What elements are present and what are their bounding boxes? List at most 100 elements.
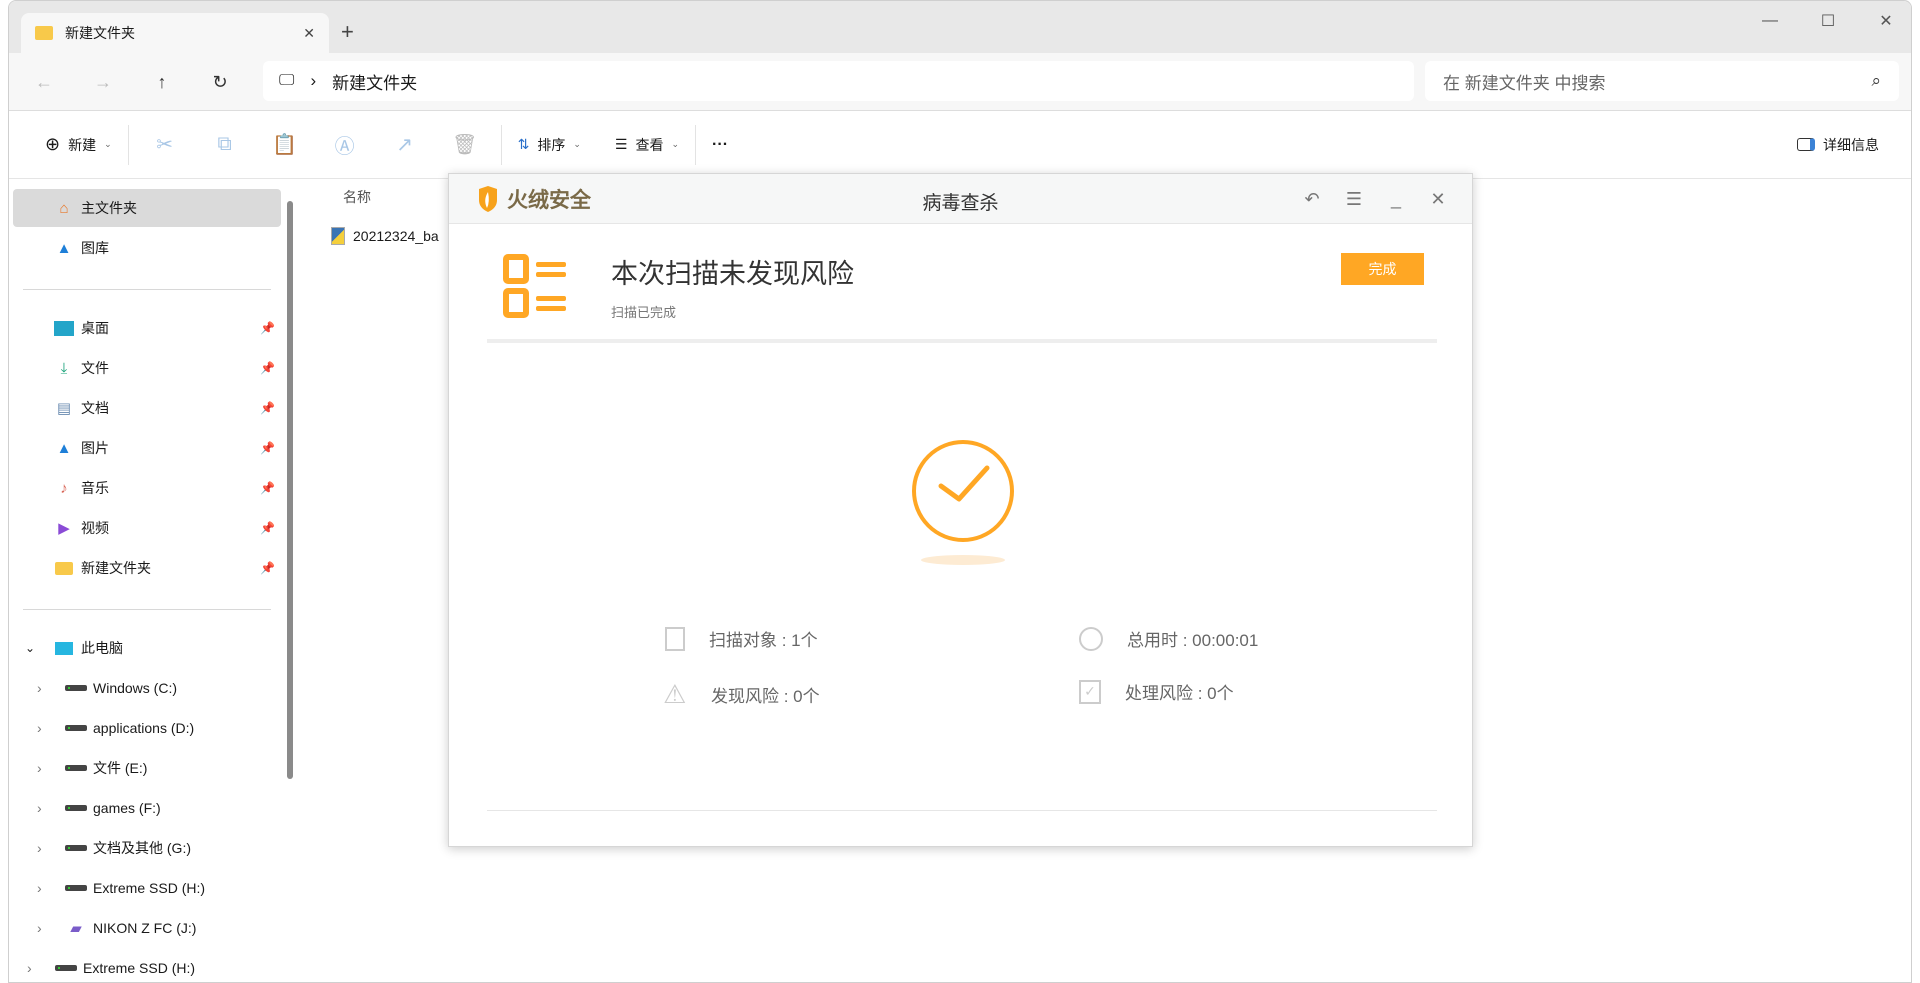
undo-icon[interactable]: ↶ — [1299, 186, 1325, 212]
label: 文档及其他 (G:) — [93, 840, 191, 856]
tab-title: 新建文件夹 — [65, 25, 135, 41]
search-input[interactable]: 在 新建文件夹 中搜索 ⌕ — [1425, 61, 1899, 101]
details-pane-button[interactable]: 详细信息 — [1787, 125, 1889, 165]
download-icon: ⤓ — [60, 359, 68, 377]
chevron-right-icon[interactable]: › — [37, 880, 65, 896]
address-bar[interactable]: 🖵 › 新建文件夹 — [263, 61, 1414, 101]
column-header-name[interactable]: 名称 — [343, 187, 371, 207]
label: 图片 — [81, 440, 109, 456]
sidebar-scrollbar[interactable] — [287, 201, 293, 779]
chevron-down-icon: ⌄ — [671, 139, 680, 149]
list-view-icon: ☰ — [614, 136, 628, 152]
divider — [487, 810, 1437, 811]
details-pane-icon — [1797, 138, 1815, 151]
chevron-right-icon[interactable]: › — [37, 760, 65, 776]
new-tab-button[interactable]: + — [341, 19, 354, 45]
menu-icon[interactable]: ☰ — [1341, 186, 1367, 212]
label: 新建文件夹 — [81, 560, 151, 576]
sidebar-item-home[interactable]: ⌂ 主文件夹 — [13, 189, 281, 227]
chevron-right-icon[interactable]: › — [37, 720, 65, 736]
close-tab-icon[interactable]: ✕ — [303, 25, 315, 42]
back-arrow-icon[interactable]: ← — [29, 67, 59, 97]
minimize-icon[interactable]: _ — [1383, 186, 1409, 212]
rename-icon[interactable]: Ⓐ — [315, 125, 375, 165]
document-icon — [665, 626, 685, 651]
pin-icon[interactable]: 📌 — [260, 481, 275, 495]
sidebar-item-drive-j[interactable]: › ▰ NIKON Z FC (J:) — [13, 909, 281, 947]
breadcrumb[interactable]: 新建文件夹 — [332, 69, 417, 94]
pin-icon[interactable]: 📌 — [260, 321, 275, 335]
close-icon[interactable]: ✕ — [1425, 186, 1451, 212]
cut-icon[interactable]: ✂ — [135, 125, 195, 165]
sidebar-item-videos[interactable]: ▶ 视频 📌 — [13, 509, 281, 547]
drive-icon — [55, 958, 77, 978]
refresh-icon[interactable]: ↻ — [205, 67, 235, 97]
paste-icon[interactable]: 📋 — [255, 125, 315, 165]
pin-icon[interactable]: 📌 — [260, 561, 275, 575]
share-icon[interactable]: ↗ — [375, 125, 435, 165]
chevron-right-icon: › — [310, 71, 317, 90]
sidebar-item-desktop[interactable]: 桌面 📌 — [13, 309, 281, 347]
maximize-button[interactable]: ☐ — [1805, 7, 1851, 35]
sidebar-item-drive-d[interactable]: › applications (D:) — [13, 709, 281, 747]
sidebar-item-drive-e[interactable]: › 文件 (E:) — [13, 749, 281, 787]
file-name: 20212324_ba — [353, 228, 439, 244]
warning-icon: ⚠ — [663, 679, 687, 709]
pin-icon[interactable]: 📌 — [260, 401, 275, 415]
done-button[interactable]: 完成 — [1341, 253, 1424, 285]
minimize-button[interactable]: — — [1747, 7, 1793, 35]
folder-icon — [35, 26, 53, 40]
chevron-right-icon[interactable]: › — [37, 920, 65, 936]
sidebar-item-drive-h[interactable]: › Extreme SSD (H:) — [13, 869, 281, 907]
clock-icon — [1079, 626, 1103, 651]
pin-icon[interactable]: 📌 — [260, 521, 275, 535]
chevron-right-icon[interactable]: › — [37, 680, 65, 696]
label: NIKON Z FC (J:) — [93, 920, 197, 936]
sidebar-item-drive-c[interactable]: › Windows (C:) — [13, 669, 281, 707]
label: 视频 — [81, 520, 109, 536]
more-button[interactable]: ··· — [702, 125, 738, 165]
search-placeholder: 在 新建文件夹 中搜索 — [1443, 73, 1606, 93]
sort-button[interactable]: ⇅ 排序 ⌄ — [508, 125, 591, 165]
details-label: 详细信息 — [1823, 136, 1879, 153]
pictures-icon: ▲ — [56, 439, 72, 457]
sidebar-item-drive-f[interactable]: › games (F:) — [13, 789, 281, 827]
pin-icon[interactable]: 📌 — [260, 361, 275, 375]
sidebar-item-pictures[interactable]: ▲ 图片 📌 — [13, 429, 281, 467]
copy-icon[interactable]: ⧉ — [195, 125, 255, 165]
chevron-right-icon[interactable]: › — [37, 840, 65, 856]
delete-icon[interactable]: 🗑 — [435, 125, 495, 165]
up-arrow-icon[interactable]: ↑ — [147, 67, 177, 97]
virus-scan-dialog: 火绒安全 病毒查杀 ↶ ☰ _ ✕ 本次扫描未发现风险 扫描已完成 完成 扫描对… — [448, 173, 1473, 847]
computer-icon: 🖵 — [279, 72, 295, 89]
sidebar-item-this-pc[interactable]: ⌄ 此电脑 — [13, 629, 281, 667]
view-button[interactable]: ☰ 查看 ⌄ — [605, 125, 689, 165]
search-icon[interactable]: ⌕ — [1871, 71, 1881, 91]
tab-bar: 新建文件夹 ✕ + — ☐ ✕ — [9, 1, 1911, 53]
label: 文件 — [81, 360, 109, 376]
folder-icon — [53, 558, 75, 578]
chevron-right-icon[interactable]: › — [27, 960, 55, 976]
stat-text: 扫描对象 : 1个 — [709, 631, 818, 650]
sidebar-item-documents[interactable]: ▤ 文档 📌 — [13, 389, 281, 427]
sidebar-item-music[interactable]: ♪ 音乐 📌 — [13, 469, 281, 507]
tab-new-folder[interactable]: 新建文件夹 ✕ — [21, 13, 329, 53]
chevron-down-icon[interactable]: ⌄ — [25, 641, 53, 655]
label: 此电脑 — [81, 640, 123, 656]
file-row[interactable]: 20212324_ba — [331, 227, 439, 245]
sidebar-item-new-folder[interactable]: 新建文件夹 📌 — [13, 549, 281, 587]
stat-handled: ✓ 处理风险 : 0个 — [1079, 679, 1234, 704]
gallery-icon: ▲ — [56, 239, 72, 257]
plus-circle-icon: ⊕ — [45, 134, 61, 154]
sidebar-item-extreme-ssd[interactable]: › Extreme SSD (H:) — [13, 949, 281, 982]
sidebar-item-gallery[interactable]: ▲ 图库 — [13, 229, 281, 267]
close-button[interactable]: ✕ — [1863, 7, 1909, 35]
new-button[interactable]: ⊕ 新建 ⌄ — [35, 125, 122, 165]
pin-icon[interactable]: 📌 — [260, 441, 275, 455]
drive-icon — [65, 718, 87, 738]
chevron-right-icon[interactable]: › — [37, 800, 65, 816]
label: 图库 — [81, 240, 109, 256]
sidebar-item-drive-g[interactable]: › 文档及其他 (G:) — [13, 829, 281, 867]
forward-arrow-icon[interactable]: → — [88, 67, 118, 97]
sidebar-item-downloads[interactable]: ⤓ 文件 📌 — [13, 349, 281, 387]
